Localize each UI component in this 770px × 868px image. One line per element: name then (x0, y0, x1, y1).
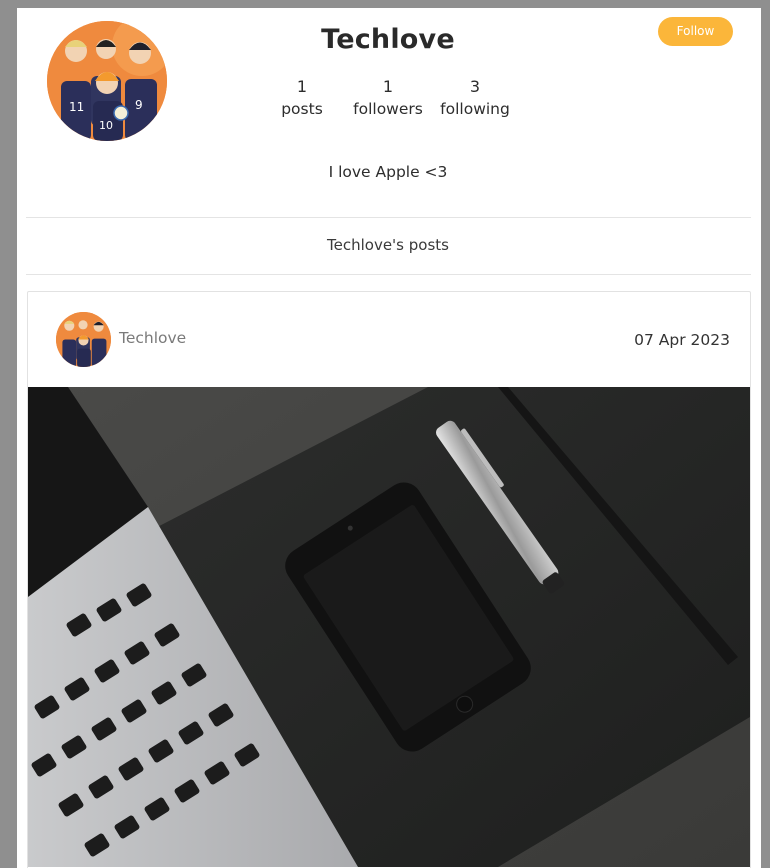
svg-text:9: 9 (135, 98, 143, 112)
divider-top (26, 217, 751, 218)
stat-following-label: following (440, 100, 510, 118)
svg-text:10: 10 (99, 119, 113, 132)
profile-name: Techlove (321, 24, 455, 55)
stat-posts-label: posts (281, 100, 323, 118)
divider-bottom (26, 274, 751, 275)
post-author-name[interactable]: Techlove (119, 329, 186, 347)
post-avatar-illustration (56, 312, 111, 367)
posts-heading: Techlove's posts (327, 236, 449, 254)
post-image[interactable] (28, 387, 750, 867)
profile-bio: I love Apple <3 (328, 163, 448, 181)
post-date: 07 Apr 2023 (634, 331, 730, 349)
svg-text:11: 11 (69, 100, 84, 114)
post-author-avatar[interactable] (56, 312, 111, 367)
stat-followers-label: followers (353, 100, 423, 118)
post-card[interactable]: Techlove 07 Apr 2023 (27, 291, 751, 868)
stat-followers[interactable]: 1 followers (343, 77, 433, 121)
stat-following-count: 3 (469, 77, 481, 96)
profile-card: 11 9 10 Techlove Follow 1 posts 1 follow (17, 8, 761, 868)
stat-posts-count: 1 (296, 77, 308, 96)
follow-button[interactable]: Follow (658, 17, 733, 46)
stat-followers-count: 1 (382, 77, 394, 96)
post-photo (28, 387, 750, 867)
stat-following[interactable]: 3 following (430, 77, 520, 121)
stat-posts[interactable]: 1 posts (257, 77, 347, 121)
